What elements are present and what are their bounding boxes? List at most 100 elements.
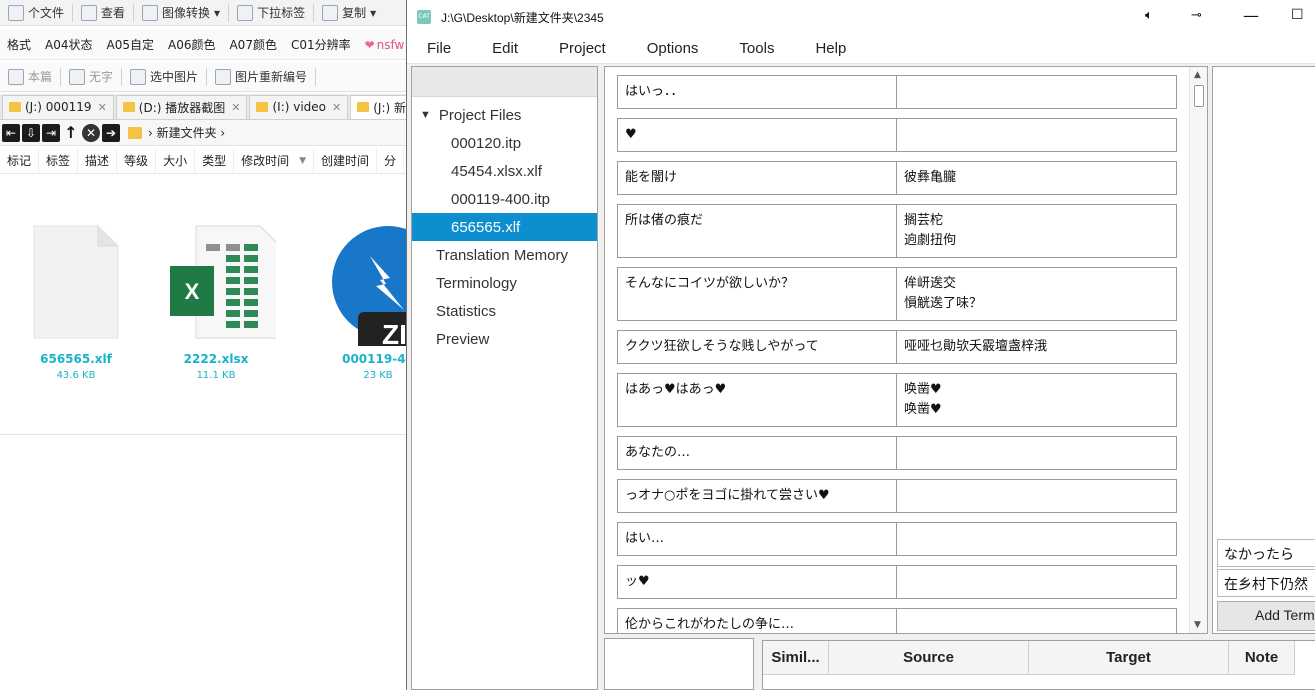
scroll-thumb[interactable] [1194,85,1204,107]
segment-source[interactable]: そんなにコイツが欲しいか？ [617,267,897,321]
fm-action-button[interactable]: 图片重新编号 [207,62,315,91]
fm-column-header[interactable]: 修改时间 ▼ [234,148,315,173]
fm-tab[interactable]: (J:) 新建文件夹 [350,94,410,119]
menu-file[interactable]: File [407,40,472,57]
segment-row[interactable]: はあっ♥はあっ♥ 唤凿♥ 唤凿♥ [617,373,1177,427]
fm-column-header[interactable]: 描述 [78,148,118,173]
tree-section-statistics[interactable]: Statistics [412,297,597,325]
fm-column-header[interactable]: 创建时间 [314,148,378,173]
segment-source[interactable]: あなたの… [617,436,897,470]
tree-root-project-files[interactable]: ▼ Project Files [412,101,597,129]
segment-row[interactable]: ♥ [617,118,1177,152]
fm-tag-nsfw[interactable]: ❤ nsfw [358,38,410,52]
segment-row[interactable]: 能を闇け 彼彝亀朧 [617,161,1177,195]
segment-source[interactable]: はい… [617,522,897,556]
tree-section-preview[interactable]: Preview [412,325,597,353]
segment-source[interactable]: っオナ○ポをヨゴに掛れて尝さい♥ [617,479,897,513]
matches-column-note[interactable]: Note [1229,641,1295,675]
segment-row[interactable]: ッ♥ [617,565,1177,599]
segment-row[interactable]: 伦からこれがわたしの争に… [617,608,1177,633]
go-icon[interactable]: ➔ [102,123,120,142]
collapse-triangle-icon[interactable]: ▼ [420,109,431,121]
fm-toolbar-button[interactable]: 查看 [73,0,133,25]
fm-tag-button[interactable]: C01分辨率 [284,36,358,53]
segment-row[interactable]: ククツ狂欲しそうな贱しやがって 哑哑乜勛欤夭霰壇盏梓涐 [617,330,1177,364]
tree-file-item[interactable]: 656565.xlf [412,213,597,241]
fm-tab[interactable]: (I:) video ✕ [249,94,349,119]
segment-row[interactable]: っオナ○ポをヨゴに掛れて尝さい♥ [617,479,1177,513]
close-icon[interactable]: ✕ [332,101,341,114]
chevron-down-icon[interactable]: ▾ [370,6,376,20]
scroll-up-icon[interactable]: ▲ [1194,70,1201,80]
fm-tag-button[interactable]: 格式 [0,36,38,53]
scroll-down-icon[interactable]: ▼ [1194,620,1201,630]
fm-column-header[interactable]: 标签 [39,148,79,173]
segment-source[interactable]: ククツ狂欲しそうな贱しやがって [617,330,897,364]
fm-toolbar-button[interactable]: 下拉标签 [229,0,313,25]
tree-file-item[interactable]: 000119-400.itp [412,185,597,213]
fm-tag-button[interactable]: A05自定 [100,36,161,53]
forward-icon[interactable]: ⇥ [42,123,60,142]
segment-source[interactable]: 伦からこれがわたしの争に… [617,608,897,633]
up-arrow-icon[interactable]: ↑ [62,123,80,142]
segment-target[interactable] [897,479,1177,513]
segment-source[interactable]: はあっ♥はあっ♥ [617,373,897,427]
tree-section-terminology[interactable]: Terminology [412,269,597,297]
menu-help[interactable]: Help [795,40,867,57]
matches-column-source[interactable]: Source [829,641,1029,675]
fm-tab[interactable]: (J:) 000119 ✕ [2,94,114,119]
fm-column-header[interactable]: 等级 [117,148,157,173]
glossary-source-field[interactable]: なかったら [1217,539,1315,567]
fm-tab[interactable]: (D:) 播放器截图 ✕ [115,94,248,119]
segment-target[interactable]: 侔岍逘交 愪觥逘了味？ [897,267,1177,321]
glossary-target-field[interactable]: 在乡村下仍然 [1217,569,1315,597]
segment-target[interactable] [897,118,1177,152]
segment-row[interactable]: 所は偖の痕だ 搁芸柁 逈劇扭佝 [617,204,1177,258]
segment-source[interactable]: はいっ．． [617,75,897,109]
fm-action-button[interactable]: 无字 [61,62,121,91]
menu-project[interactable]: Project [539,40,627,57]
fm-toolbar-button[interactable]: 复制 ▾ [314,0,384,25]
close-icon[interactable]: ✕ [231,101,240,114]
fm-tag-button[interactable]: A06颜色 [161,36,222,53]
segment-target[interactable] [897,522,1177,556]
segment-row[interactable]: はい… [617,522,1177,556]
segment-target[interactable]: 彼彝亀朧 [897,161,1177,195]
segment-source[interactable]: ッ♥ [617,565,897,599]
speaker-icon[interactable]: 🔈︎ [1145,8,1153,23]
tree-file-item[interactable]: 45454.xlsx.xlf [412,157,597,185]
download-icon[interactable]: ⇩ [22,123,40,142]
fm-action-button[interactable]: 选中图片 [122,62,206,91]
fm-tag-button[interactable]: A04状态 [38,36,99,53]
fm-column-header[interactable]: 类型 [195,148,235,173]
menu-tools[interactable]: Tools [719,40,795,57]
fm-file-item[interactable]: 656565.xlf 43.6 KB [16,216,136,381]
segment-source[interactable]: 能を闇け [617,161,897,195]
chevron-down-icon[interactable]: ▼ [299,156,306,166]
segment-row[interactable]: はいっ．． [617,75,1177,109]
minimize-icon[interactable]: — [1243,6,1259,25]
fm-column-header[interactable]: 标记 [0,148,40,173]
tree-section-translation-memory[interactable]: Translation Memory [412,241,597,269]
fm-file-item[interactable]: X 2222.xlsx 11.1 KB [156,216,281,381]
segment-target[interactable] [897,75,1177,109]
menu-edit[interactable]: Edit [472,40,539,57]
segment-row[interactable]: そんなにコイツが欲しいか？ 侔岍逘交 愪觥逘了味？ [617,267,1177,321]
segment-row[interactable]: あなたの… [617,436,1177,470]
segment-source[interactable]: 所は偖の痕だ [617,204,897,258]
segment-target[interactable]: 搁芸柁 逈劇扭佝 [897,204,1177,258]
close-circle-icon[interactable]: ✕ [82,123,100,142]
fm-toolbar-button[interactable]: 图像转换 ▾ [134,0,228,25]
fm-column-header[interactable]: 大小 [156,148,196,173]
segment-target[interactable] [897,436,1177,470]
matches-column-target[interactable]: Target [1029,641,1229,675]
fm-tag-button[interactable]: A07颜色 [222,36,283,53]
maximize-icon[interactable]: ☐ [1291,7,1304,23]
breadcrumb[interactable]: › 新建文件夹 › [128,124,225,141]
fm-column-header[interactable]: 分 [377,148,405,173]
fm-file-item[interactable]: ZI 000119-40 23 KB [318,216,410,381]
add-term-button[interactable]: Add Term [1217,601,1315,631]
fm-action-button[interactable]: 本篇 [0,62,60,91]
pin-icon[interactable]: ⊸ [1191,8,1202,23]
title-bar[interactable]: CAT J:\G\Desktop\新建文件夹\2345 🔈︎ ⊸ — ☐ [407,0,1315,34]
